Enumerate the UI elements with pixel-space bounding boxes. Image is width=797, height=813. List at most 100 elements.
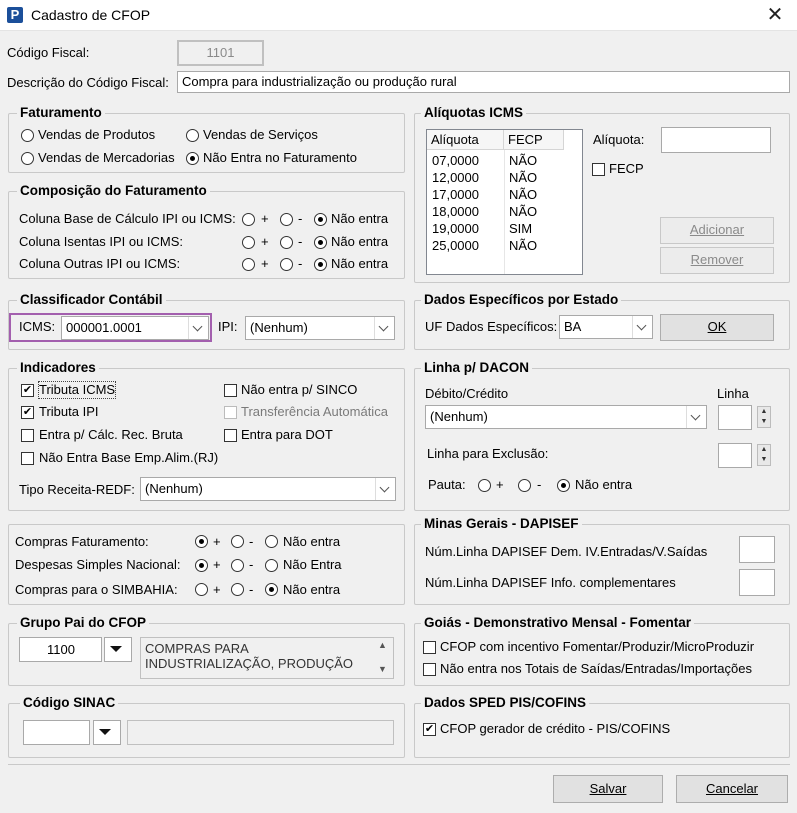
radio-nao-entra-faturamento[interactable]	[186, 152, 199, 165]
spin-down-icon[interactable]: ▼	[758, 455, 770, 465]
descricao-input[interactable]: Compra para industrialização ou produção…	[177, 71, 790, 93]
checkbox-goias-nao-entra[interactable]	[423, 663, 436, 676]
radio-simbahia-plus[interactable]	[195, 583, 208, 596]
caret-down-icon[interactable]	[104, 637, 132, 662]
spin-down-icon[interactable]: ▼	[758, 417, 770, 427]
chevron-down-icon[interactable]	[632, 316, 652, 338]
composicao-row-label: Coluna Base de Cálculo IPI ou ICMS:	[19, 211, 236, 226]
cancelar-label: Cancelar	[705, 781, 759, 796]
radio-outras-none[interactable]	[314, 258, 327, 271]
aliquotas-title: Alíquotas ICMS	[421, 105, 527, 121]
opt-plus-label: +	[496, 477, 504, 492]
chevron-down-icon[interactable]	[188, 317, 208, 339]
linha-input[interactable]	[718, 405, 752, 430]
radio-vendas-mercadorias[interactable]	[21, 152, 34, 165]
fecp-cell: NÃO	[509, 153, 538, 168]
exclusao-label: Linha para Exclusão:	[427, 446, 549, 461]
opt-minus-label: -	[298, 234, 303, 249]
radio-isentas-minus[interactable]	[280, 236, 293, 249]
ipi-classificador-select[interactable]: (Nenhum)	[245, 316, 395, 340]
radio-vendas-servicos[interactable]	[186, 129, 199, 142]
tipo-receita-select[interactable]: (Nenhum)	[140, 477, 396, 501]
dacon-title: Linha p/ DACON	[421, 360, 532, 376]
radio-compras-fat-minus[interactable]	[231, 535, 244, 548]
radio-despesas-minus[interactable]	[231, 559, 244, 572]
radio-despesas-plus[interactable]	[195, 559, 208, 572]
spin-up-icon[interactable]: ▲	[758, 445, 770, 455]
radio-outras-plus[interactable]	[242, 258, 255, 271]
sinac-code-input[interactable]	[23, 720, 90, 745]
radio-base-plus[interactable]	[242, 213, 255, 226]
grupo-pai-description: COMPRAS PARA INDUSTRIALIZAÇÃO, PRODUÇÃO	[140, 637, 394, 679]
adicionar-button[interactable]: Adicionar	[660, 217, 774, 244]
exclusao-input[interactable]	[718, 443, 752, 468]
opt-minus-label: -	[249, 534, 254, 549]
opt-none-label: Não entra	[283, 534, 341, 549]
radio-simbahia-minus[interactable]	[231, 583, 244, 596]
radio-pauta-minus[interactable]	[518, 479, 531, 492]
radio-outras-minus[interactable]	[280, 258, 293, 271]
checkbox-entra-calc[interactable]	[21, 429, 34, 442]
col-fecp-header[interactable]: FECP	[504, 130, 564, 150]
radio-isentas-plus[interactable]	[242, 236, 255, 249]
checkbox-sped-gerador[interactable]: ✔	[423, 723, 436, 736]
radio-pauta-plus[interactable]	[478, 479, 491, 492]
opt-none-label: Não entra	[331, 234, 389, 249]
caret-down-icon[interactable]	[93, 720, 121, 745]
radio-vendas-produtos[interactable]	[21, 129, 34, 142]
checkbox-tributa-icms[interactable]: ✔	[21, 384, 34, 397]
debito-credito-value: (Nenhum)	[430, 409, 488, 424]
goias-opt2-label: Não entra nos Totais de Saídas/Entradas/…	[440, 661, 752, 676]
linha-spinner[interactable]: ▲ ▼	[757, 406, 771, 428]
cancelar-button[interactable]: Cancelar	[676, 775, 788, 803]
compras-row-label: Compras Faturamento:	[15, 534, 149, 549]
exclusao-spinner[interactable]: ▲ ▼	[757, 444, 771, 466]
aliquotas-grid[interactable]: Alíquota FECP 07,0000 NÃO 12,0000 NÃO 17,0…	[426, 129, 583, 275]
fecp-cell: NÃO	[509, 170, 538, 185]
ok-button[interactable]: OK	[660, 314, 774, 341]
aliquota-input[interactable]	[661, 127, 771, 153]
checkbox-tributa-ipi[interactable]: ✔	[21, 406, 34, 419]
radio-isentas-none[interactable]	[314, 236, 327, 249]
scroll-up-icon[interactable]: ▲	[378, 640, 387, 650]
grupo-pai-code-input[interactable]: 1100	[19, 637, 102, 662]
chevron-down-icon[interactable]	[375, 478, 395, 500]
debito-credito-select[interactable]: (Nenhum)	[425, 405, 707, 429]
entra-dot-label: Entra para DOT	[241, 427, 333, 442]
chevron-down-icon[interactable]	[374, 317, 394, 339]
checkbox-nao-entra-base[interactable]	[21, 452, 34, 465]
radio-compras-fat-none[interactable]	[265, 535, 278, 548]
icms-classificador-select[interactable]: 000001.0001	[61, 316, 209, 340]
descricao-label: Descrição do Código Fiscal:	[7, 75, 169, 90]
radio-despesas-none[interactable]	[265, 559, 278, 572]
linha-label: Linha	[717, 386, 749, 401]
fecp-cell: SIM	[509, 221, 533, 236]
radio-compras-fat-plus[interactable]	[195, 535, 208, 548]
vendas-servicos-label: Vendas de Serviços	[203, 127, 318, 142]
checkbox-entra-dot[interactable]	[224, 429, 237, 442]
scroll-down-icon[interactable]: ▼	[378, 664, 387, 674]
minas-row2-input[interactable]	[739, 569, 775, 596]
col-aliquota-header[interactable]: Alíquota	[427, 130, 504, 150]
opt-none-label: Não Entra	[283, 557, 342, 572]
tributa-ipi-label: Tributa IPI	[39, 404, 99, 419]
checkbox-goias-incentivo[interactable]	[423, 641, 436, 654]
close-icon[interactable]: ✕	[760, 1, 790, 30]
uf-select[interactable]: BA	[559, 315, 653, 339]
checkbox-fecp[interactable]	[592, 163, 605, 176]
remover-button[interactable]: Remover	[660, 247, 774, 274]
salvar-button[interactable]: Salvar	[553, 775, 663, 803]
radio-pauta-none[interactable]	[557, 479, 570, 492]
radio-base-minus[interactable]	[280, 213, 293, 226]
spin-up-icon[interactable]: ▲	[758, 407, 770, 417]
radio-base-none[interactable]	[314, 213, 327, 226]
chevron-down-icon[interactable]	[686, 406, 706, 428]
salvar-label: Salvar	[589, 781, 627, 796]
opt-none-label: Não entra	[283, 582, 341, 597]
minas-row1-input[interactable]	[739, 536, 775, 563]
sped-opt1-label: CFOP gerador de crédito - PIS/COFINS	[440, 721, 671, 736]
radio-simbahia-none[interactable]	[265, 583, 278, 596]
checkbox-nao-entra-sinco[interactable]	[224, 384, 237, 397]
remover-label: Remover	[690, 252, 744, 267]
grupo-pai-desc-line: INDUSTRIALIZAÇÃO, PRODUÇÃO	[145, 656, 354, 671]
